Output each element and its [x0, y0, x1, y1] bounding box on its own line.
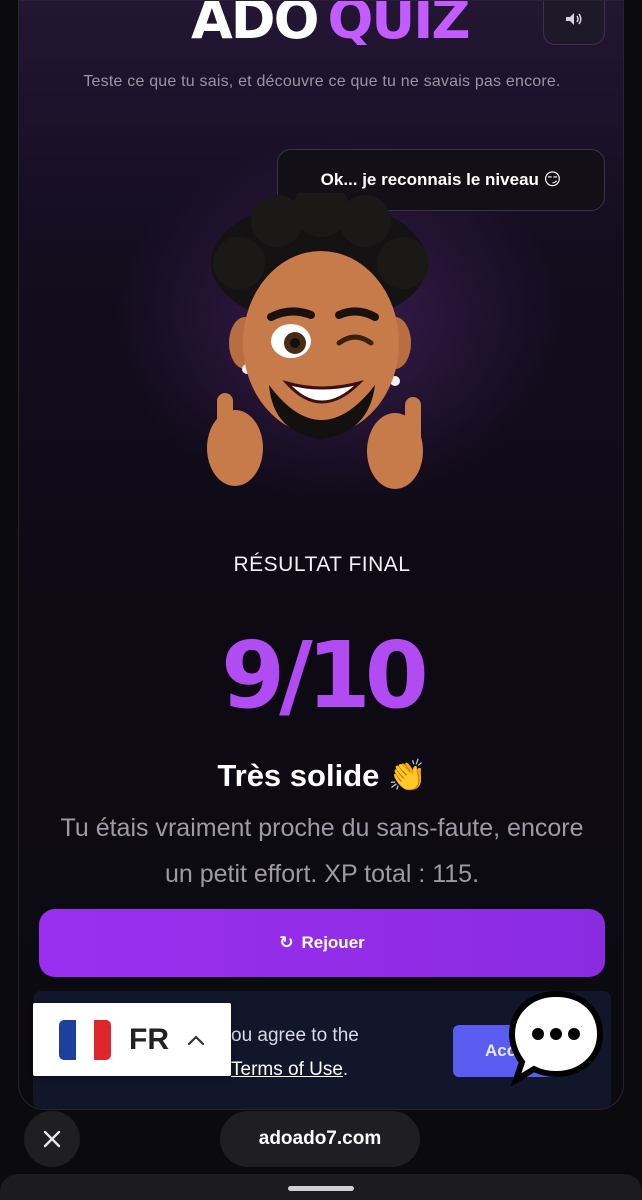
chevron-up-icon [187, 1034, 205, 1045]
subtitle: Teste ce que tu sais, et découvre ce que… [83, 73, 561, 90]
quiz-card: ADO QUIZ Teste ce que tu sais, et découvr… [18, 0, 624, 1110]
language-code: FR [129, 1022, 169, 1056]
france-flag-icon [59, 1019, 111, 1060]
close-tab-button[interactable] [24, 1111, 80, 1167]
chat-dot-icon [532, 1028, 544, 1040]
mascot-avatar [207, 193, 429, 489]
chat-widget-button[interactable] [508, 990, 604, 1086]
terms-of-use-link[interactable]: Terms of Use [231, 1059, 343, 1080]
replay-label: Rejouer [301, 933, 365, 952]
final-score: 9/10 [221, 622, 429, 729]
language-selector[interactable]: FR [33, 1003, 231, 1076]
home-indicator[interactable] [288, 1186, 354, 1191]
app-logo: ADO QUIZ [191, 0, 469, 45]
close-icon [43, 1130, 61, 1148]
speaker-icon [566, 13, 582, 25]
result-verdict: Très solide 👏 [217, 758, 427, 793]
result-description: Tu étais vraiment proche du sans-faute, … [60, 814, 584, 888]
consent-text-end: . [342, 1059, 349, 1080]
logo-text-ado: ADO [191, 0, 320, 45]
replay-button[interactable]: ↻ Rejouer [39, 909, 605, 977]
consent-text-line: ou agree to the [231, 1025, 359, 1046]
logo-text-quiz: QUIZ [327, 0, 469, 45]
result-label: RÉSULTAT FINAL [233, 553, 411, 576]
consent-text: ou agree to the Terms of Use. [231, 1019, 359, 1087]
address-bar[interactable]: adoado7.com [220, 1111, 420, 1167]
sound-button[interactable] [543, 1, 605, 45]
replay-icon: ↻ [279, 933, 294, 952]
